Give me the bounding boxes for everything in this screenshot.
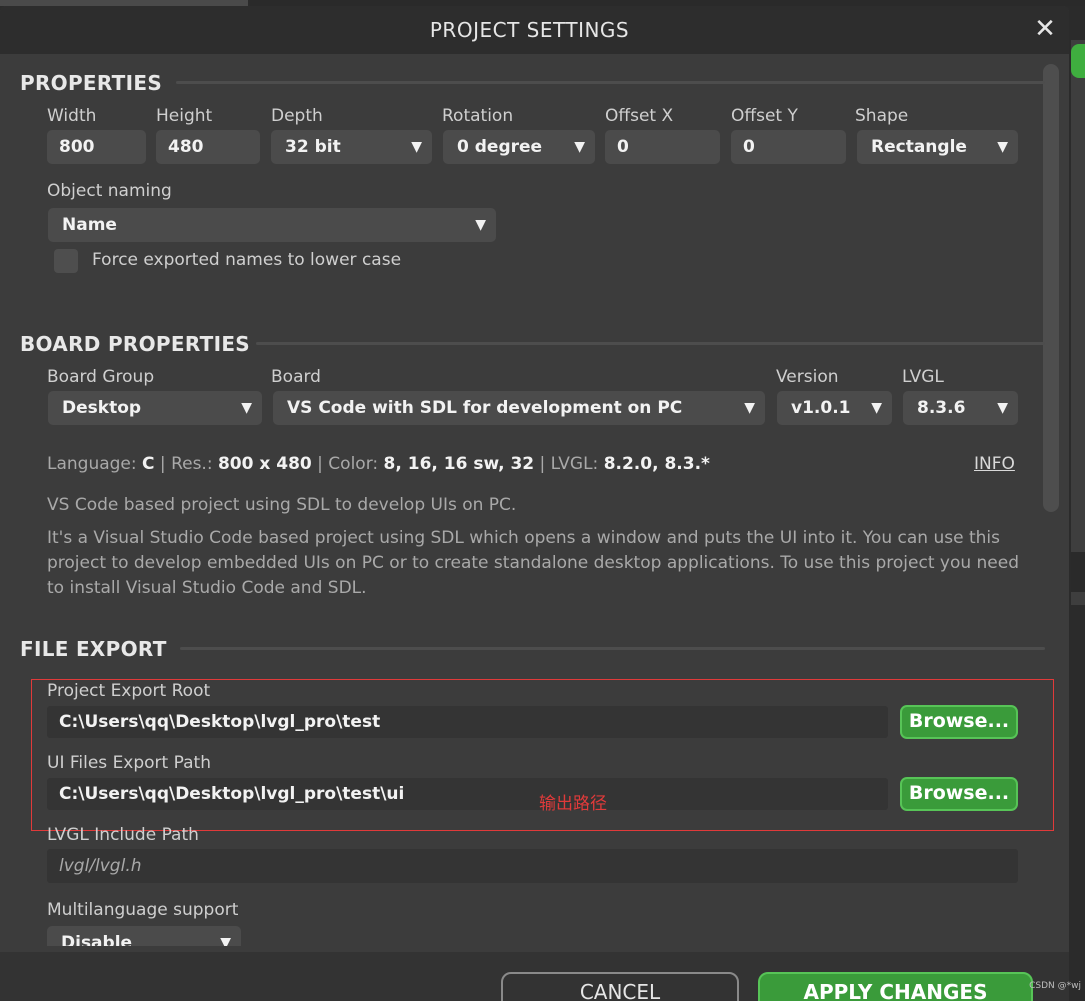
width-input[interactable]: 800 — [47, 130, 146, 164]
chevron-down-icon: ▼ — [241, 400, 252, 416]
export-root-label: Project Export Root — [47, 681, 211, 701]
height-label: Height — [156, 106, 213, 126]
chevron-down-icon: ▼ — [220, 935, 231, 946]
dialog-footer: CANCEL APPLY CHANGES — [0, 952, 1069, 1001]
lvgl-include-input[interactable]: lvgl/lvgl.h — [47, 849, 1018, 883]
width-label: Width — [47, 106, 97, 126]
lvgl-versions-value: 8.2.0, 8.3.* — [603, 454, 710, 474]
multilanguage-value: Disable — [61, 933, 133, 946]
height-input[interactable]: 480 — [156, 130, 260, 164]
depth-value: 32 bit — [285, 137, 341, 157]
project-settings-dialog: PROJECT SETTINGS ✕ PROPERTIES Width 800 … — [0, 6, 1069, 1001]
lvgl-include-label: LVGL Include Path — [47, 825, 199, 845]
chevron-down-icon: ▼ — [574, 139, 585, 155]
board-select[interactable]: VS Code with SDL for development on PC ▼ — [273, 391, 765, 425]
section-heading-board-properties: BOARD PROPERTIES — [20, 332, 250, 356]
board-group-select[interactable]: Desktop ▼ — [48, 391, 262, 425]
lvgl-label: LVGL — [902, 367, 944, 387]
offset-y-input[interactable]: 0 — [731, 130, 846, 164]
resolution-label: Res.: — [171, 454, 213, 474]
version-value: v1.0.1 — [791, 398, 851, 418]
chevron-down-icon: ▼ — [997, 139, 1008, 155]
lvgl-versions-label: LVGL: — [550, 454, 599, 474]
color-label: Color: — [328, 454, 379, 474]
apply-changes-button[interactable]: APPLY CHANGES — [758, 972, 1033, 1001]
vertical-scrollbar[interactable] — [1043, 64, 1059, 512]
browse-ui-path-button[interactable]: Browse... — [900, 777, 1018, 811]
resolution-value: 800 x 480 — [217, 454, 312, 474]
rotation-select[interactable]: 0 degree ▼ — [443, 130, 595, 164]
chevron-down-icon: ▼ — [997, 400, 1008, 416]
browse-export-root-button[interactable]: Browse... — [900, 705, 1018, 739]
dialog-titlebar: PROJECT SETTINGS ✕ — [0, 6, 1069, 54]
chevron-down-icon: ▼ — [744, 400, 755, 416]
section-divider — [176, 81, 1045, 84]
section-heading-file-export: FILE EXPORT — [20, 637, 167, 661]
separator: | — [159, 454, 166, 474]
background-window-edge — [1071, 40, 1085, 605]
watermark: CSDN @*wj — [1029, 981, 1081, 991]
force-lowercase-checkbox[interactable] — [54, 249, 78, 273]
board-value: VS Code with SDL for development on PC — [287, 398, 683, 418]
multilanguage-select[interactable]: Disable ▼ — [47, 926, 241, 946]
object-naming-select[interactable]: Name ▼ — [48, 208, 496, 242]
depth-label: Depth — [271, 106, 323, 126]
rotation-value: 0 degree — [457, 137, 543, 157]
multilanguage-label: Multilanguage support — [47, 900, 239, 920]
section-heading-properties: PROPERTIES — [20, 71, 163, 95]
board-description: It's a Visual Studio Code based project … — [47, 528, 1020, 598]
offset-x-input[interactable]: 0 — [605, 130, 720, 164]
chevron-down-icon: ▼ — [871, 400, 882, 416]
background-gap — [1071, 552, 1085, 592]
board-group-value: Desktop — [62, 398, 142, 418]
offset-x-label: Offset X — [605, 106, 674, 126]
object-naming-value: Name — [62, 215, 117, 235]
shape-value: Rectangle — [871, 137, 967, 157]
rotation-label: Rotation — [442, 106, 514, 126]
section-divider — [180, 647, 1045, 650]
color-value: 8, 16, 16 sw, 32 — [383, 454, 535, 474]
dialog-title: PROJECT SETTINGS — [429, 18, 630, 42]
board-summary: VS Code based project using SDL to devel… — [47, 495, 517, 515]
force-lowercase-label: Force exported names to lower case — [92, 250, 402, 270]
ui-files-path-label: UI Files Export Path — [47, 753, 211, 773]
chevron-down-icon: ▼ — [475, 217, 486, 233]
version-select[interactable]: v1.0.1 ▼ — [777, 391, 892, 425]
chevron-down-icon: ▼ — [411, 139, 422, 155]
depth-select[interactable]: 32 bit ▼ — [271, 130, 432, 164]
board-group-label: Board Group — [47, 367, 155, 387]
language-value: C — [142, 454, 155, 474]
object-naming-label: Object naming — [47, 181, 172, 201]
section-divider — [256, 342, 1045, 345]
shape-label: Shape — [855, 106, 909, 126]
export-root-input[interactable]: C:\Users\qq\Desktop\lvgl_pro\test — [47, 706, 888, 738]
background-green-button — [1071, 44, 1085, 78]
lvgl-select[interactable]: 8.3.6 ▼ — [903, 391, 1018, 425]
version-label: Version — [776, 367, 839, 387]
offset-y-label: Offset Y — [731, 106, 798, 126]
separator: | — [317, 454, 323, 474]
language-label: Language: — [47, 454, 137, 474]
cancel-button[interactable]: CANCEL — [501, 972, 739, 1001]
close-icon[interactable]: ✕ — [1031, 15, 1059, 43]
lvgl-value: 8.3.6 — [917, 398, 966, 418]
board-info-line: Language: C | Res.: 800 x 480 | Color: 8… — [47, 454, 710, 474]
board-label: Board — [271, 367, 321, 387]
info-link[interactable]: INFO — [974, 454, 1015, 474]
annotation-text: 输出路径 — [539, 794, 607, 814]
shape-select[interactable]: Rectangle ▼ — [857, 130, 1018, 164]
ui-files-path-input[interactable]: C:\Users\qq\Desktop\lvgl_pro\test\ui — [47, 778, 888, 810]
separator: | — [539, 454, 546, 474]
